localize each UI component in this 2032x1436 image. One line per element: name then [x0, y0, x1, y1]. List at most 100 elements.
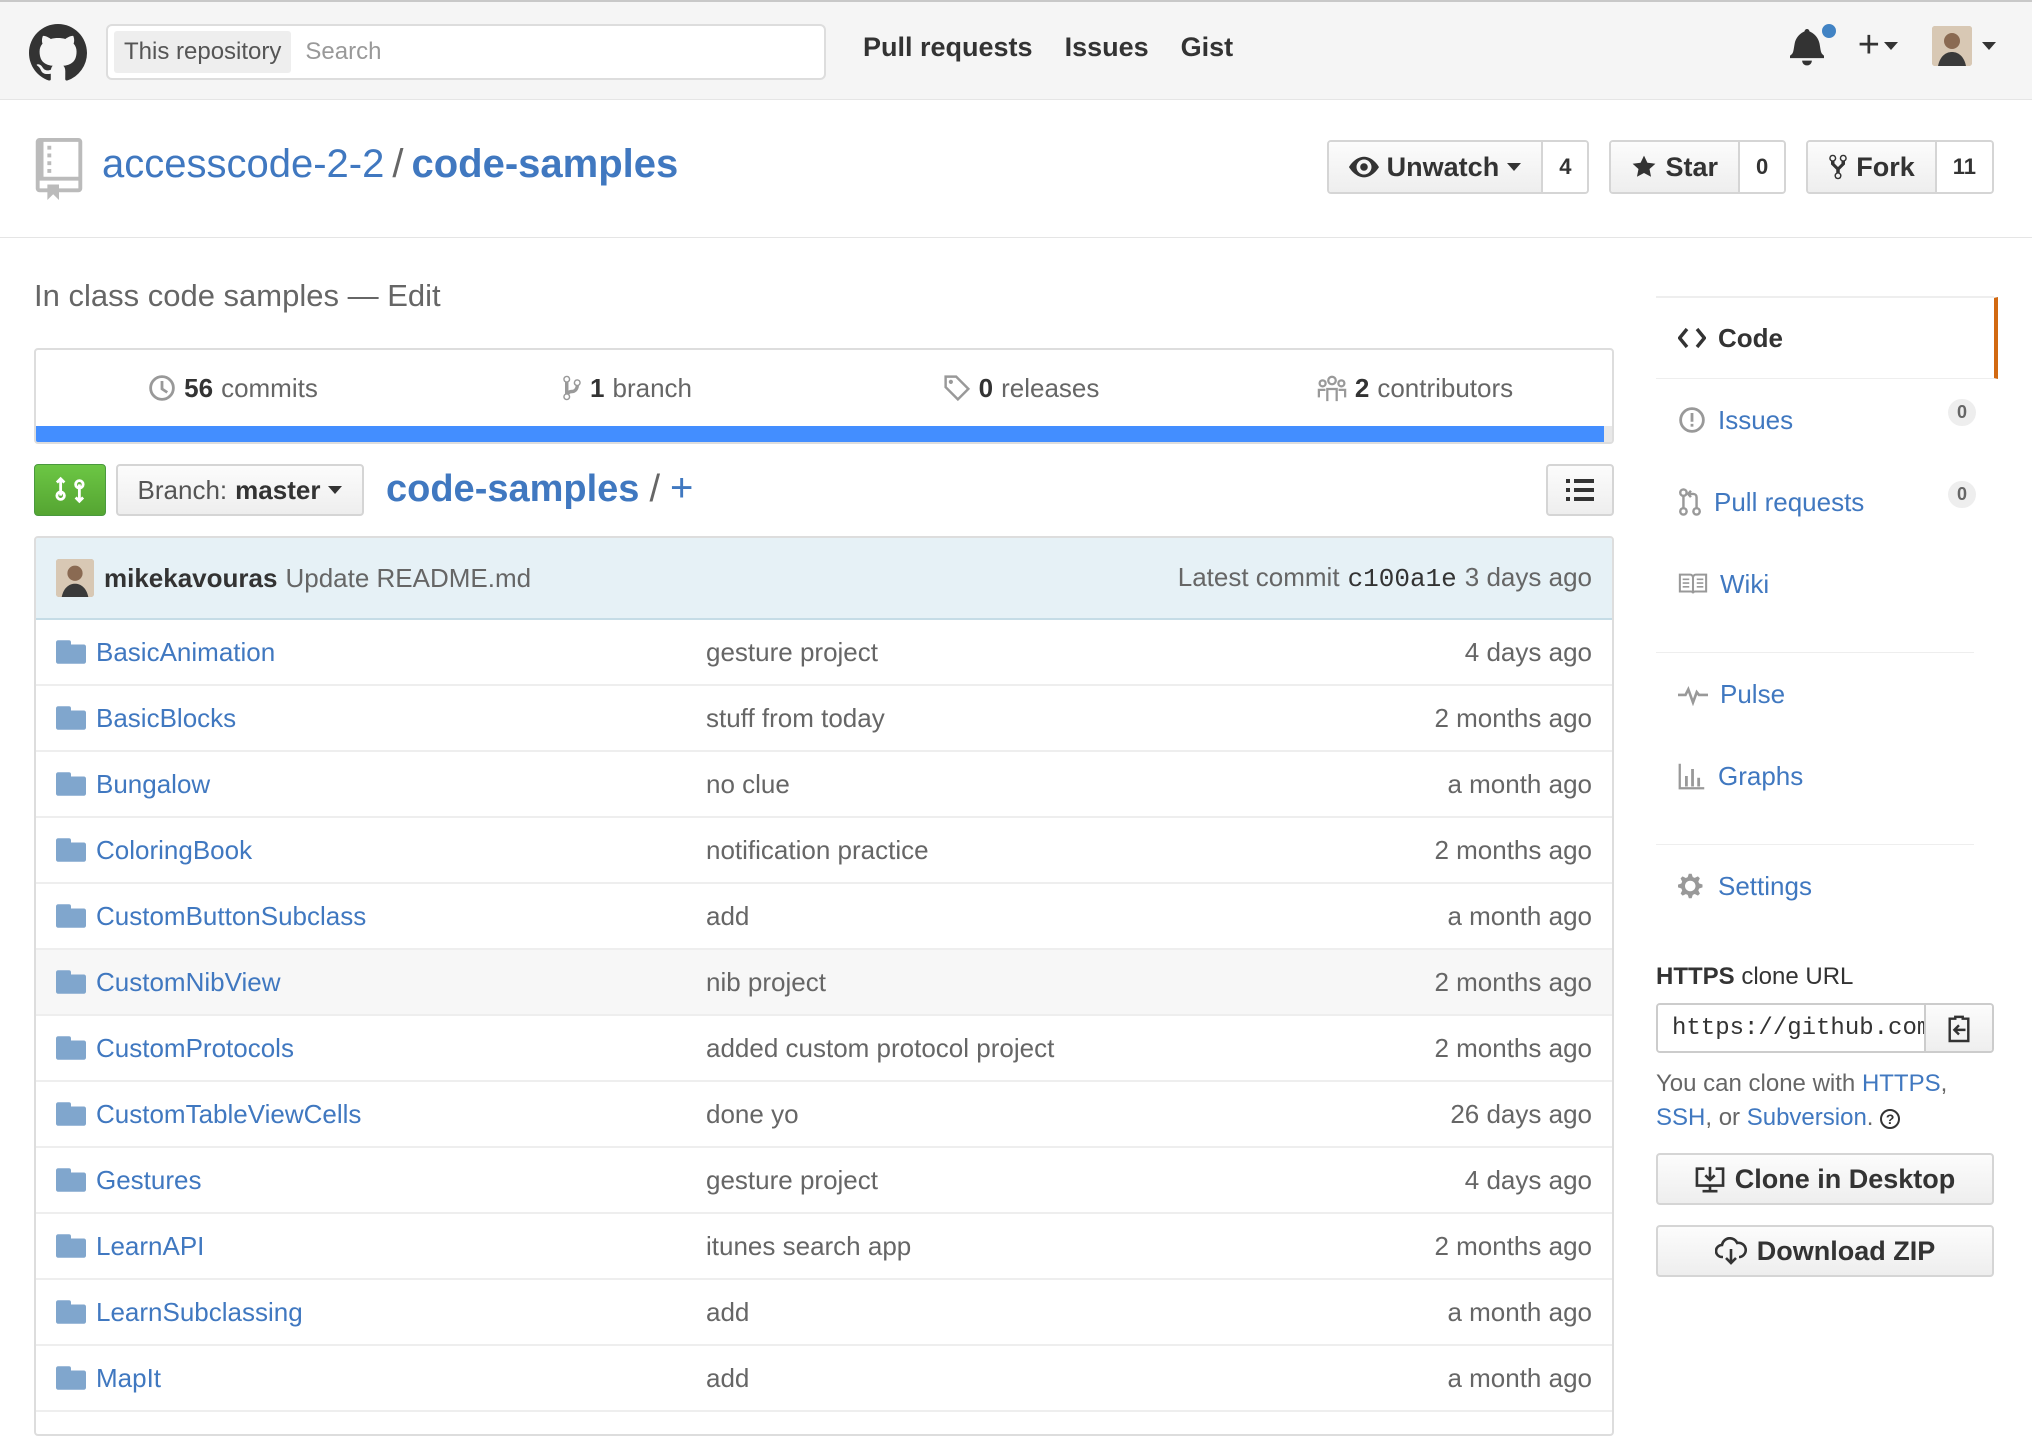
repo-name-link[interactable]: code-samples — [412, 142, 679, 186]
download-zip-button[interactable]: Download ZIP — [1656, 1225, 1994, 1277]
clone-url-input[interactable] — [1658, 1005, 1924, 1051]
clone-in-desktop-button[interactable]: Clone in Desktop — [1656, 1153, 1994, 1205]
download-zip-label: Download ZIP — [1756, 1235, 1936, 1266]
nav-divider — [1656, 817, 1974, 845]
clone-desktop-label: Clone in Desktop — [1734, 1163, 1956, 1194]
file-age: a month ago — [1447, 768, 1592, 799]
clone-https-link[interactable]: HTTPS — [1862, 1070, 1941, 1097]
question-icon[interactable]: ? — [1880, 1108, 1901, 1129]
file-age: 2 months ago — [1434, 1032, 1592, 1063]
site-header: This repository Pull requests Issues Gis… — [0, 0, 2032, 100]
commits-summary-link[interactable]: 56 commits — [36, 373, 430, 404]
folder-icon — [56, 1102, 86, 1126]
sidebar-item-code[interactable]: Code — [1656, 297, 1998, 379]
header-user-actions: + — [1789, 21, 1996, 67]
eye-icon — [1348, 156, 1379, 178]
nav-issues[interactable]: Issues — [1065, 32, 1149, 63]
file-commit-message-link[interactable]: added custom protocol project — [706, 1033, 1434, 1064]
file-name-link[interactable]: LearnAPI — [96, 1231, 706, 1262]
file-name-link[interactable]: MapIt — [96, 1363, 706, 1394]
sidebar-item-issues[interactable]: Issues 0 — [1656, 379, 1994, 461]
file-name-link[interactable]: CustomNibView — [96, 967, 706, 998]
table-row: BasicAnimation gesture project 4 days ago — [36, 620, 1612, 686]
commit-meta: Latest commit c100a1e 3 days ago — [1178, 562, 1592, 594]
repo-owner-link[interactable]: accesscode-2-2 — [102, 142, 384, 186]
commit-author-link[interactable]: mikekavouras — [104, 563, 277, 594]
branch-count: 1 — [590, 372, 605, 403]
compare-button[interactable] — [34, 464, 106, 516]
branches-summary-link[interactable]: 1 branch — [430, 373, 824, 404]
sidebar-item-settings[interactable]: Settings — [1656, 845, 1994, 927]
unwatch-label: Unwatch — [1386, 151, 1500, 182]
search-input[interactable] — [305, 38, 726, 66]
copy-clone-url-button[interactable] — [1924, 1005, 1992, 1051]
table-row: LearnAPI itunes search app 2 months ago — [36, 1214, 1612, 1280]
file-commit-message-link[interactable]: stuff from today — [706, 703, 1434, 734]
search-scope-badge[interactable]: This repository — [114, 31, 292, 73]
fork-button-group: Fork 11 — [1806, 140, 1994, 194]
language-bar[interactable] — [36, 426, 1612, 442]
file-name-link[interactable]: ColoringBook — [96, 835, 706, 866]
unwatch-button[interactable]: Unwatch — [1328, 142, 1544, 192]
file-name-link[interactable]: CustomButtonSubclass — [96, 901, 706, 932]
clone-help-prefix: You can clone with — [1656, 1070, 1856, 1097]
sidebar-item-wiki[interactable]: Wiki — [1656, 543, 1994, 625]
file-name-link[interactable]: CustomTableViewCells — [96, 1099, 706, 1130]
folder-icon — [56, 970, 86, 994]
file-commit-message-link[interactable]: nib project — [706, 967, 1434, 998]
contributors-count: 2 — [1354, 372, 1370, 403]
sidebar-item-pulse[interactable]: Pulse — [1656, 653, 1994, 735]
file-name-link[interactable]: BasicBlocks — [96, 703, 706, 734]
add-file-icon[interactable]: + — [670, 466, 693, 511]
create-new-dropdown[interactable]: + — [1858, 24, 1898, 67]
file-name-link[interactable]: LearnSubclassing — [96, 1297, 706, 1328]
releases-label: releases — [1001, 372, 1100, 403]
nav-gist[interactable]: Gist — [1181, 32, 1234, 63]
tag-icon — [944, 375, 970, 402]
file-commit-message-link[interactable]: gesture project — [706, 637, 1465, 668]
user-menu-dropdown[interactable] — [1932, 25, 1996, 66]
clone-subversion-link[interactable]: Subversion — [1747, 1104, 1867, 1131]
file-name-link[interactable]: CustomProtocols — [96, 1033, 706, 1064]
repo-sidebar: Code Issues 0 Pull requests 0 Wiki Pulse… — [1656, 296, 1998, 1277]
chevron-down-icon — [1982, 41, 1996, 50]
stargazers-count[interactable]: 0 — [1739, 142, 1785, 192]
search-box[interactable]: This repository — [106, 24, 826, 80]
file-commit-message-link[interactable]: itunes search app — [706, 1231, 1434, 1262]
releases-summary-link[interactable]: 0 releases — [824, 373, 1218, 404]
file-commit-message-link[interactable]: add — [706, 1297, 1447, 1328]
table-row: Bungalow no clue a month ago — [36, 752, 1612, 818]
file-name-link[interactable]: BasicAnimation — [96, 637, 706, 668]
fork-button[interactable]: Fork — [1808, 142, 1937, 192]
repo-description: In class code samples — Edit — [34, 278, 441, 314]
forks-count[interactable]: 11 — [1936, 142, 1992, 192]
list-view-button[interactable] — [1546, 464, 1614, 516]
watchers-count[interactable]: 4 — [1543, 142, 1588, 192]
numbers-summary: 56 commits 1 branch 0 releases 2 contrib… — [34, 348, 1614, 444]
file-age: 2 months ago — [1434, 834, 1592, 865]
github-logo-icon[interactable] — [29, 24, 87, 82]
list-icon — [1566, 479, 1594, 501]
contributors-summary-link[interactable]: 2 contributors — [1218, 373, 1612, 404]
sidebar-item-graphs[interactable]: Graphs — [1656, 735, 1994, 817]
file-commit-message-link[interactable]: gesture project — [706, 1165, 1465, 1196]
file-commit-message-link[interactable]: done yo — [706, 1099, 1450, 1130]
commit-message-link[interactable]: Update README.md — [285, 563, 531, 594]
notifications-bell[interactable] — [1789, 21, 1838, 66]
breadcrumb-repo-root[interactable]: code-samples — [386, 468, 639, 511]
avatar[interactable] — [56, 559, 94, 597]
branch-select-button[interactable]: Branch: master — [116, 464, 364, 516]
file-name-link[interactable]: Bungalow — [96, 769, 706, 800]
file-commit-message-link[interactable]: no clue — [706, 769, 1447, 800]
file-commit-message-link[interactable]: add — [706, 901, 1447, 932]
clone-ssh-link[interactable]: SSH — [1656, 1104, 1705, 1131]
file-commit-message-link[interactable]: add — [706, 1363, 1447, 1394]
nav-pull-requests[interactable]: Pull requests — [863, 32, 1033, 63]
edit-description-link[interactable]: Edit — [387, 278, 440, 313]
history-icon — [149, 375, 175, 401]
commit-sha-link[interactable]: c100a1e — [1348, 564, 1457, 594]
file-name-link[interactable]: Gestures — [96, 1165, 706, 1196]
star-button[interactable]: Star — [1611, 142, 1740, 192]
sidebar-item-pull-requests[interactable]: Pull requests 0 — [1656, 461, 1994, 543]
file-commit-message-link[interactable]: notification practice — [706, 835, 1434, 866]
